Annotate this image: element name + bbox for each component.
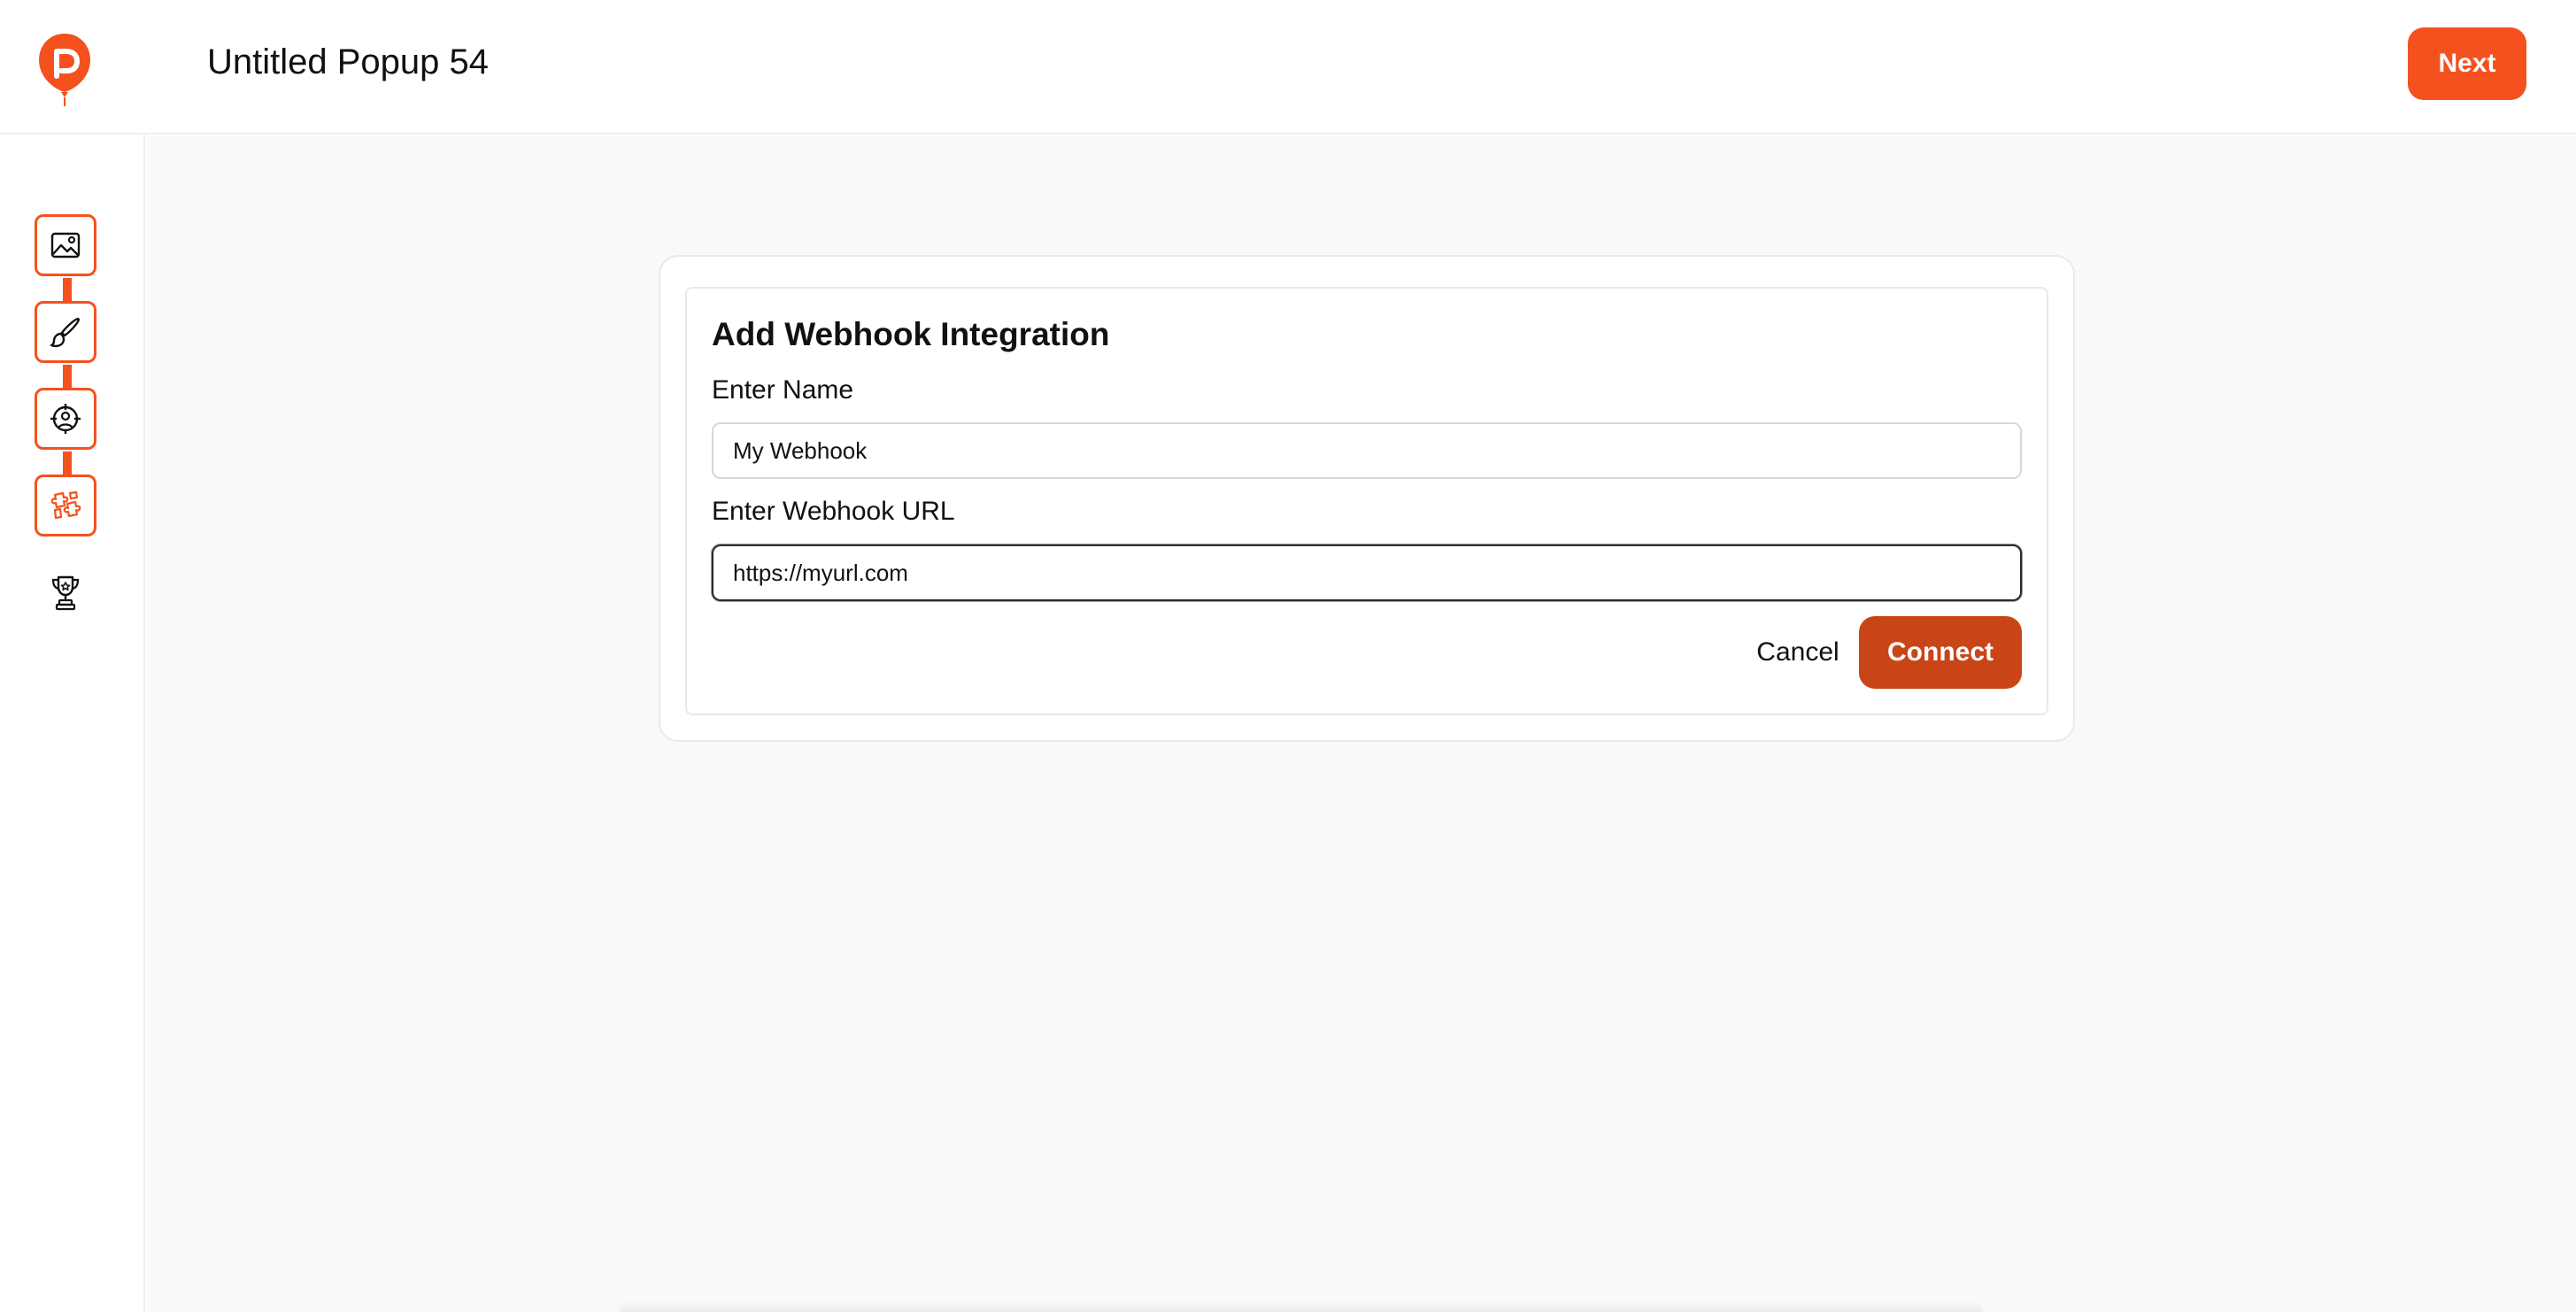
logo[interactable] (37, 32, 92, 106)
target-user-icon (50, 404, 81, 434)
name-input[interactable] (712, 422, 2022, 479)
image-icon (50, 232, 81, 259)
integrations-icon (50, 490, 81, 520)
sidebar (0, 135, 145, 1312)
top-bar: Untitled Popup 54 Next (0, 0, 2576, 135)
next-button[interactable]: Next (2408, 27, 2526, 100)
balloon-logo-icon (39, 34, 90, 106)
name-label: Enter Name (712, 375, 854, 405)
trophy-icon (51, 575, 80, 611)
step-results[interactable] (35, 561, 96, 623)
step-design[interactable] (35, 301, 96, 363)
step-targeting[interactable] (35, 388, 96, 450)
bottom-shadow (620, 1301, 1983, 1312)
url-label: Enter Webhook URL (712, 497, 955, 526)
page-title: Untitled Popup 54 (207, 42, 490, 81)
webhook-url-input[interactable] (712, 544, 2022, 601)
dialog-title: Add Webhook Integration (712, 316, 1110, 352)
brush-icon (50, 317, 81, 348)
step-integrations[interactable] (35, 475, 96, 536)
step-image[interactable] (35, 214, 96, 276)
cancel-button[interactable]: Cancel (1749, 630, 1847, 675)
connect-button[interactable]: Connect (1859, 616, 2022, 689)
